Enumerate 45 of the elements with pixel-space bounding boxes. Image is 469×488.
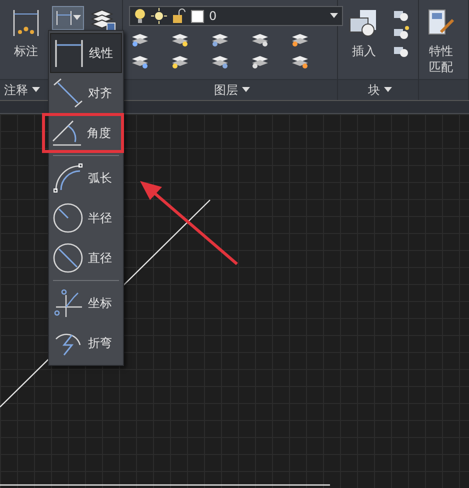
block-icon (392, 25, 410, 41)
layer-tool-icon (130, 53, 150, 69)
ordinate-dimension-icon (52, 287, 84, 319)
layer-tool-icon (290, 53, 310, 69)
menu-item[interactable]: 对齐 (50, 73, 122, 113)
dimension-tool-button[interactable]: 标注 (6, 6, 46, 62)
caret-icon (73, 15, 81, 21)
arc-length-icon (52, 162, 84, 194)
caret-icon (32, 87, 40, 93)
sun-icon (151, 8, 167, 24)
layer-tool-icon (170, 53, 190, 69)
diameter-dimension-icon (52, 242, 84, 274)
panel-title: 图层 (214, 82, 238, 98)
dimension-dropdown-button[interactable] (52, 6, 84, 30)
lightbulb-icon (134, 8, 146, 24)
layer-tool-icon (130, 31, 150, 47)
menu-item[interactable]: 角度 (42, 113, 124, 153)
caret-icon (242, 87, 250, 93)
panel-title: 注释 (4, 82, 28, 98)
linear-dimension-icon (53, 37, 85, 69)
panel-title: 块 (368, 82, 380, 98)
linear-dimension-icon (55, 10, 73, 26)
layer-tool-icon (170, 31, 190, 47)
menu-item[interactable]: 直径 (50, 238, 122, 278)
aligned-dimension-icon (52, 77, 84, 109)
match-properties-button[interactable]: 特性匹配 (425, 6, 457, 78)
menu-item[interactable]: 半径 (50, 198, 122, 238)
layer-name: 0 (209, 9, 218, 23)
caret-icon (330, 13, 338, 19)
layer-tool-icon (210, 31, 230, 47)
insert-button[interactable]: 插入 (344, 6, 384, 62)
menu-item[interactable]: 坐标 (50, 283, 122, 323)
unlocked-padlock-icon (172, 8, 186, 24)
menu-item[interactable]: 线性 (50, 33, 122, 73)
layer-tool-icon (290, 31, 310, 47)
radius-dimension-icon (52, 202, 84, 234)
layer-tool-icon (250, 53, 270, 69)
layer-dropdown[interactable]: 0 (129, 6, 343, 26)
dimension-icon (11, 8, 41, 38)
layer-tool-icon (210, 53, 230, 69)
layer-tool-icon (250, 31, 270, 47)
menu-item[interactable]: 折弯 (50, 323, 122, 363)
caret-icon (384, 87, 392, 93)
menu-item[interactable]: 弧长 (50, 158, 122, 198)
color-swatch-icon (191, 10, 204, 22)
